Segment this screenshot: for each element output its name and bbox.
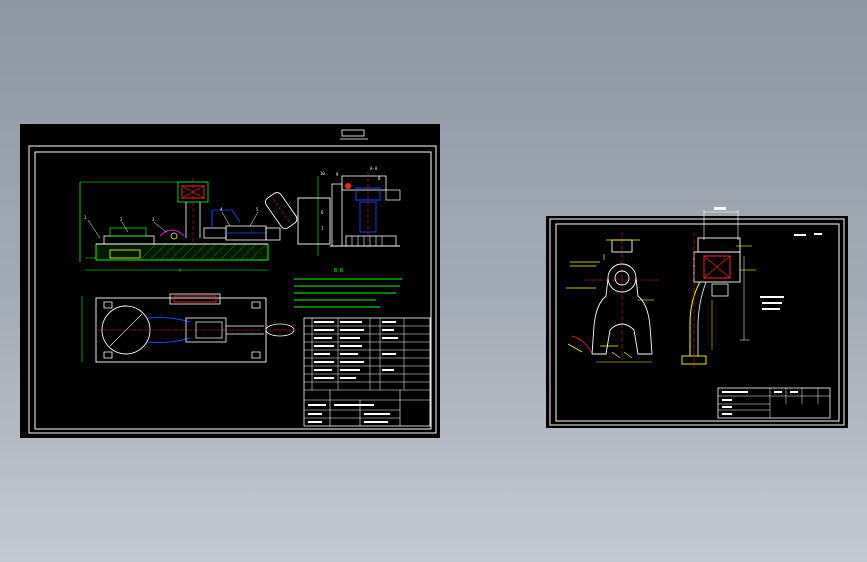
cad-viewport: 1 2 3 4 5 10 9 6 7 8 A-A B-B — [20, 124, 848, 438]
sheet-left-background — [20, 124, 440, 438]
sheet-left: 1 2 3 4 5 10 9 6 7 8 A-A B-B — [20, 124, 440, 438]
sheet-right — [546, 207, 848, 428]
svg-text:10: 10 — [320, 171, 325, 176]
note-title: B-B — [334, 268, 343, 274]
section-label: A-A — [370, 166, 378, 171]
